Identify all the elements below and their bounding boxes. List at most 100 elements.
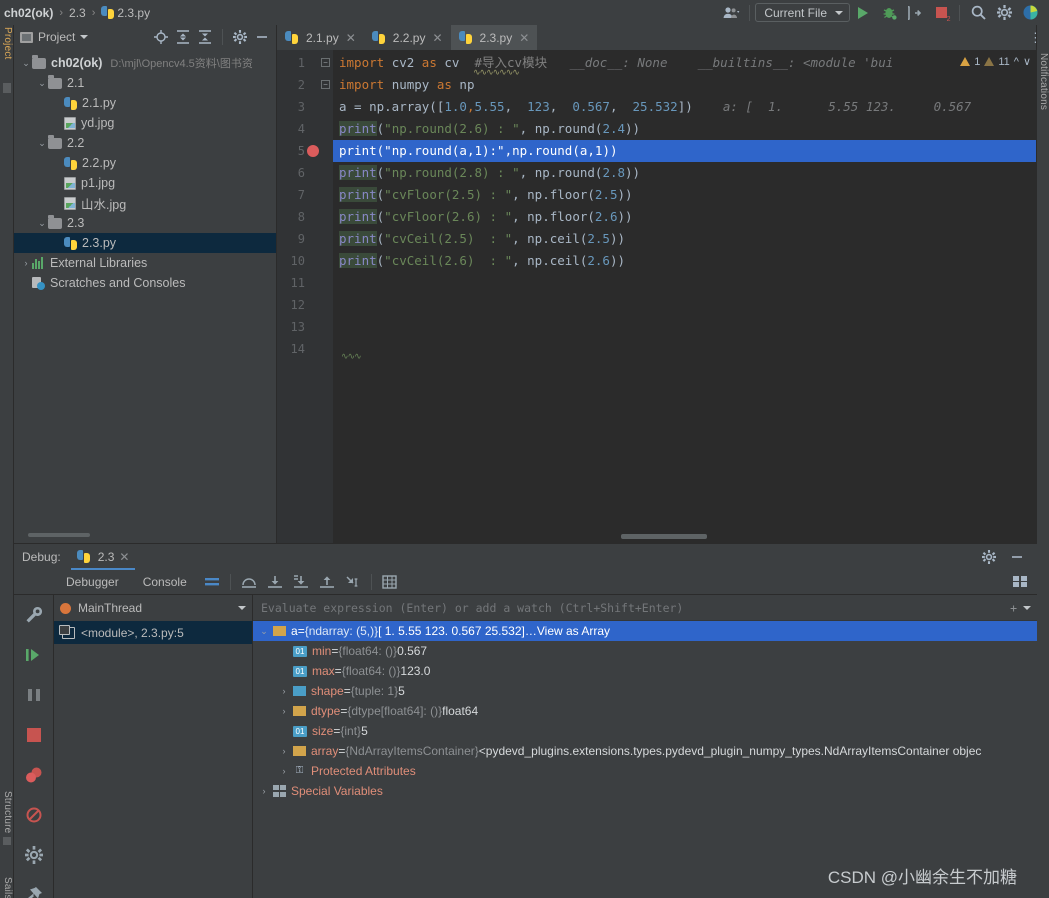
- code-line[interactable]: print("cvFloor(2.5) : ", np.floor(2.5)): [339, 184, 633, 206]
- tree-expand-arrow[interactable]: ⌄: [36, 138, 48, 149]
- evaluate-expression-input[interactable]: Evaluate expression (Enter) or add a wat…: [253, 595, 1037, 621]
- tool-window-favorites-label[interactable]: Sails: [2, 877, 13, 898]
- settings-icon[interactable]: [14, 835, 54, 875]
- pin-icon[interactable]: [14, 875, 54, 898]
- stop-button[interactable]: [928, 0, 954, 25]
- tree-item-p1-jpg[interactable]: p1.jpg: [14, 173, 276, 193]
- variable-row[interactable]: › Special Variables: [253, 781, 1037, 801]
- debug-session-tab[interactable]: 2.3 ✕: [70, 544, 136, 570]
- variable-expand-arrow[interactable]: ›: [275, 686, 293, 696]
- code-line[interactable]: print("np.round(a,1):",np.round(a,1)): [339, 140, 618, 162]
- collapse-all-icon[interactable]: [195, 27, 215, 47]
- code-content[interactable]: import cv2 as cv #导入cv模块 __doc__: None _…: [333, 50, 1049, 543]
- code-fold-icon[interactable]: −: [321, 80, 330, 89]
- code-line[interactable]: print("cvCeil(2.5) : ", np.ceil(2.5)): [339, 228, 625, 250]
- tree-item-2-3-py[interactable]: 2.3.py: [14, 233, 276, 253]
- editor-gutter[interactable]: 1 − 2 − 3 4 5 6 7 8 9 10 11 12 13 14: [277, 50, 333, 543]
- expand-all-icon[interactable]: [173, 27, 193, 47]
- mute-breakpoints-icon[interactable]: [14, 795, 54, 835]
- code-editor[interactable]: 1 − 2 − 3 4 5 6 7 8 9 10 11 12 13 14 import cv2 as cv #…: [277, 50, 1049, 543]
- hide-panel-icon[interactable]: [1007, 547, 1027, 567]
- variable-expand-arrow[interactable]: ›: [275, 746, 293, 756]
- code-line[interactable]: print("np.round(2.6) : ", np.round(2.4)): [339, 118, 640, 140]
- locate-icon[interactable]: [151, 27, 171, 47]
- variable-expand-arrow[interactable]: ›: [275, 766, 293, 776]
- variable-row[interactable]: › ⚿ Protected Attributes: [253, 761, 1037, 781]
- tree-expand-arrow[interactable]: ⌄: [36, 78, 48, 89]
- pause-program-icon[interactable]: [14, 675, 54, 715]
- tree-item-2-3[interactable]: ⌄ 2.3: [14, 213, 276, 233]
- previous-problem-icon[interactable]: ^: [1014, 56, 1019, 68]
- variable-expand-arrow[interactable]: ⌄: [255, 626, 273, 637]
- tree-expand-arrow[interactable]: ⌄: [20, 58, 32, 69]
- view-breakpoints-icon[interactable]: [14, 755, 54, 795]
- code-line[interactable]: print("cvFloor(2.6) : ", np.floor(2.6)): [339, 206, 633, 228]
- frame-list-item[interactable]: <module>, 2.3.py:5: [54, 621, 252, 644]
- account-icon[interactable]: [1017, 0, 1043, 25]
- chevron-down-icon[interactable]: [1023, 605, 1031, 610]
- tree-item-2-2-py[interactable]: 2.2.py: [14, 153, 276, 173]
- gear-icon[interactable]: [230, 27, 250, 47]
- tree-item-scratches-and-consoles[interactable]: Scratches and Consoles: [14, 273, 276, 293]
- debug-button[interactable]: [876, 0, 902, 25]
- wrench-icon[interactable]: [14, 595, 54, 635]
- project-horizontal-scrollbar[interactable]: [28, 533, 90, 537]
- editor-tab-2-1-py[interactable]: 2.1.py ✕: [277, 25, 364, 50]
- resume-program-icon[interactable]: [14, 635, 54, 675]
- code-line[interactable]: print("np.round(2.8) : ", np.round(2.8)): [339, 162, 640, 184]
- variable-row[interactable]: 01 min = {float64: ()} 0.567: [253, 641, 1037, 661]
- editor-tab-2-3-py[interactable]: 2.3.py ✕: [450, 25, 538, 50]
- breadcrumb-item-project[interactable]: ch02(ok): [0, 6, 57, 20]
- tree-item-yd-jpg[interactable]: yd.jpg: [14, 113, 276, 133]
- step-into-icon[interactable]: [262, 569, 288, 595]
- variable-row[interactable]: › dtype = {dtype[float64]: ()} float64: [253, 701, 1037, 721]
- tree-item-2-2[interactable]: ⌄ 2.2: [14, 133, 276, 153]
- force-step-into-icon[interactable]: [288, 569, 314, 595]
- variables-tree[interactable]: ⌄ a = {ndarray: (5,)} [ 1. 5.55 123. 0.56…: [253, 621, 1037, 801]
- variable-row[interactable]: 01 size = {int} 5: [253, 721, 1037, 741]
- run-to-cursor-icon[interactable]: [340, 569, 366, 595]
- variable-row[interactable]: ⌄ a = {ndarray: (5,)} [ 1. 5.55 123. 0.56…: [253, 621, 1037, 641]
- tab-console[interactable]: Console: [131, 569, 199, 595]
- tree-item-2-1[interactable]: ⌄ 2.1: [14, 73, 276, 93]
- variable-row[interactable]: 01 max = {float64: ()} 123.0: [253, 661, 1037, 681]
- tool-window-project-label[interactable]: Project: [2, 27, 13, 60]
- chevron-down-icon[interactable]: [80, 35, 89, 39]
- tree-item-2-1-py[interactable]: 2.1.py: [14, 93, 276, 113]
- run-to-cursor-button[interactable]: [902, 0, 928, 25]
- close-icon[interactable]: ✕: [432, 31, 442, 45]
- close-icon[interactable]: ✕: [119, 550, 129, 564]
- code-fold-icon[interactable]: −: [321, 58, 330, 67]
- run-configuration-selector[interactable]: Current File: [755, 3, 850, 22]
- next-problem-icon[interactable]: ∨: [1023, 55, 1031, 68]
- stop-icon[interactable]: [14, 715, 54, 755]
- step-out-icon[interactable]: [314, 569, 340, 595]
- close-icon[interactable]: ✕: [519, 31, 529, 45]
- tree-expand-arrow[interactable]: ⌄: [36, 218, 48, 229]
- tool-window-structure-label[interactable]: Structure: [2, 791, 13, 833]
- search-everywhere-icon[interactable]: [965, 0, 991, 25]
- breadcrumb-item-file[interactable]: 2.3.py: [97, 5, 154, 20]
- variable-row[interactable]: › array = {NdArrayItemsContainer} <pydevd…: [253, 741, 1037, 761]
- tab-debugger[interactable]: Debugger: [54, 569, 131, 595]
- editor-tab-2-2-py[interactable]: 2.2.py ✕: [364, 25, 451, 50]
- tree-item-ch02-ok[interactable]: ⌄ ch02(ok) D:\mjl\Opencv4.5资料\图书资: [14, 53, 276, 73]
- tree-expand-arrow[interactable]: ›: [20, 258, 32, 268]
- code-line[interactable]: a = np.array([1.0,5.55, 123, 0.567, 25.5…: [339, 96, 971, 118]
- breakpoint-icon[interactable]: [307, 145, 319, 157]
- variable-expand-arrow[interactable]: ›: [275, 706, 293, 716]
- tool-window-notifications-label[interactable]: Notifications: [1038, 53, 1049, 110]
- inspection-widget[interactable]: 1 11 ^ ∨: [960, 55, 1031, 68]
- variable-row[interactable]: › shape = {tuple: 1} 5: [253, 681, 1037, 701]
- run-button[interactable]: [850, 0, 876, 25]
- thread-selector[interactable]: MainThread: [54, 595, 252, 621]
- code-line[interactable]: import numpy as np: [339, 74, 474, 96]
- step-over-icon[interactable]: [236, 569, 262, 595]
- evaluate-expression-icon[interactable]: [377, 569, 403, 595]
- add-watch-icon[interactable]: +: [1010, 601, 1017, 615]
- close-icon[interactable]: ✕: [346, 31, 356, 45]
- tree-item-jpg[interactable]: 山水.jpg: [14, 193, 276, 213]
- hide-panel-icon[interactable]: [252, 27, 272, 47]
- layout-settings-icon[interactable]: [1013, 576, 1027, 587]
- tree-item-external-libraries[interactable]: › External Libraries: [14, 253, 276, 273]
